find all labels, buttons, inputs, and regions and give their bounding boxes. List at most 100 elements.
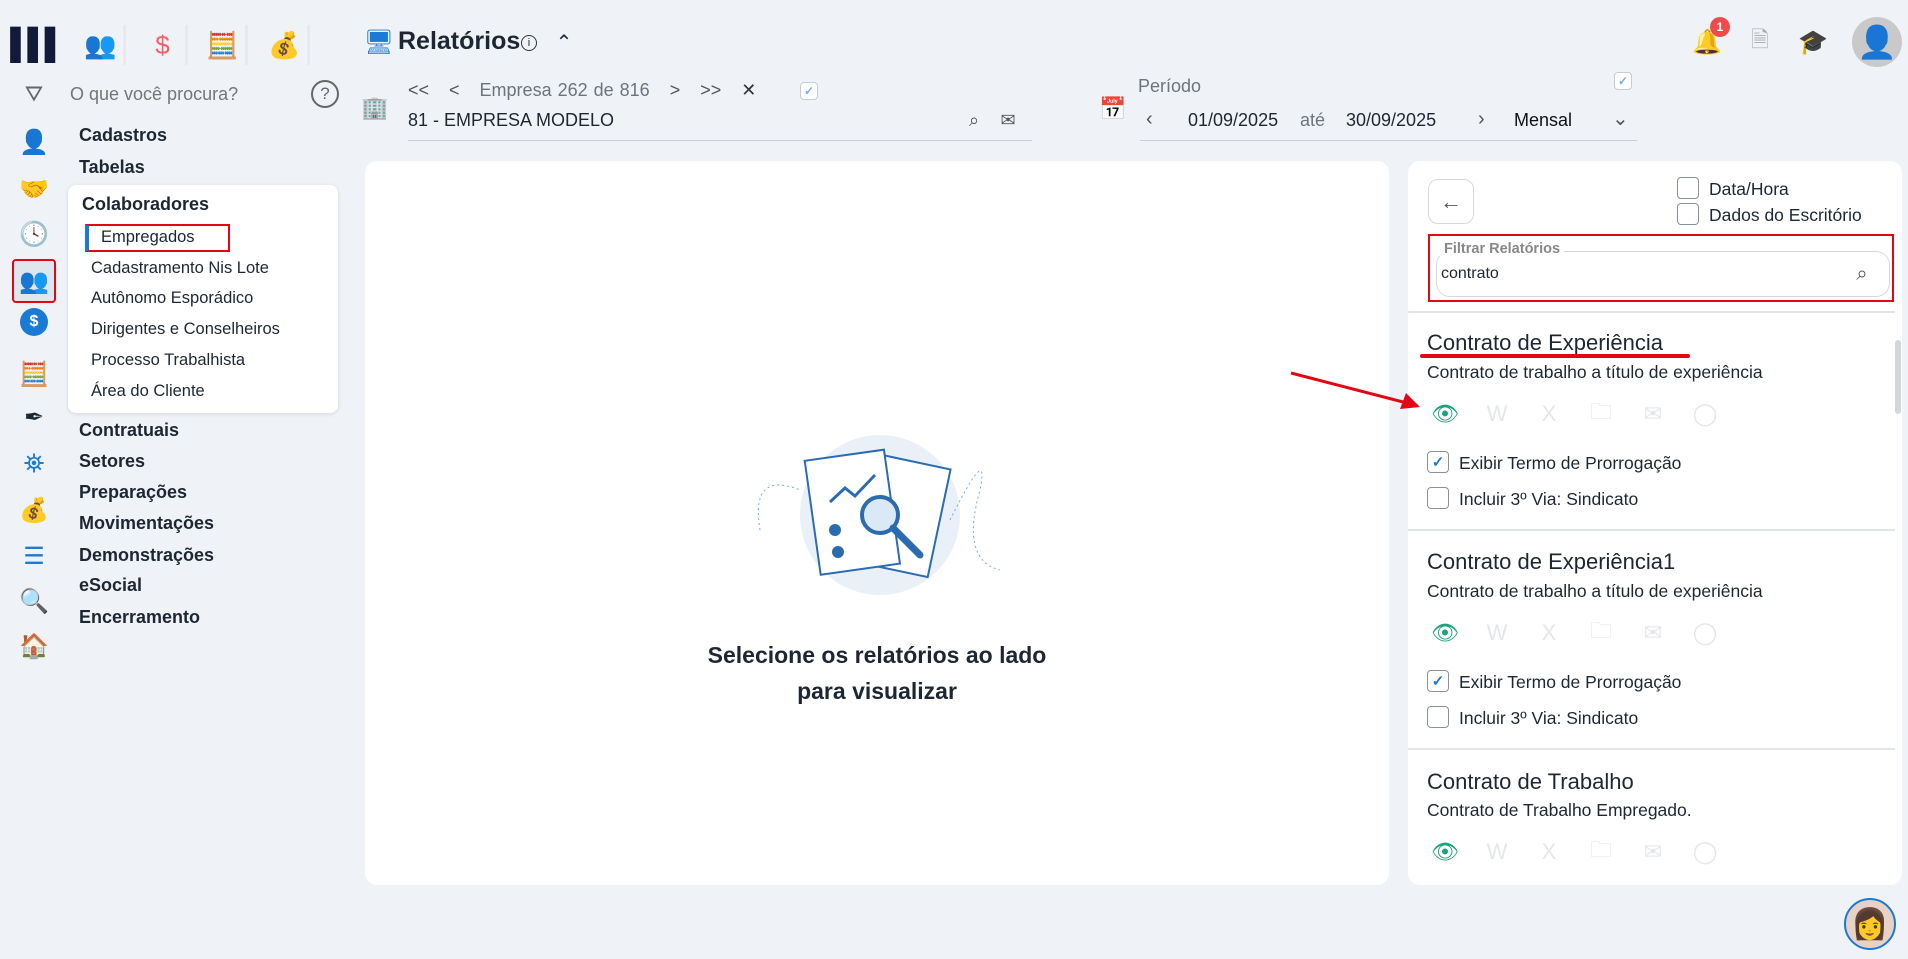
money-bag-icon[interactable]: 💰 — [16, 492, 52, 528]
word-icon[interactable]: W — [1482, 838, 1512, 866]
eye-icon[interactable]: 👁 — [1430, 400, 1460, 428]
folder-icon[interactable]: 🗀 — [1586, 837, 1616, 866]
mail-icon[interactable]: ✉ — [996, 108, 1020, 132]
word-icon[interactable]: W — [1482, 400, 1512, 428]
clear-company-button[interactable]: ✕ — [741, 80, 756, 101]
folder-icon[interactable]: 🗀 — [1586, 399, 1616, 428]
pen-icon[interactable]: ✒ — [16, 399, 52, 435]
period-mode-select[interactable]: Mensal — [1514, 110, 1572, 131]
clock-icon[interactable]: 🕓 — [16, 216, 52, 252]
empty-state-line1: Selecione os relatórios ao lado — [707, 642, 1047, 668]
graduation-cap-icon[interactable]: 🎓 — [1798, 27, 1828, 57]
people-app-icon[interactable]: 👥 — [78, 25, 126, 65]
mail-icon[interactable]: ✉ — [1638, 619, 1668, 647]
company-name: 81 - EMPRESA MODELO — [408, 110, 615, 130]
excel-icon[interactable]: X — [1534, 619, 1564, 647]
eye-icon[interactable]: 👁 — [1430, 838, 1460, 866]
layers-icon[interactable]: ☰ — [16, 538, 52, 574]
menu-tabelas[interactable]: Tabelas — [79, 157, 145, 178]
period-separator: até — [1300, 110, 1326, 130]
monitor-icon: 🖥 — [363, 28, 395, 56]
company-checkbox[interactable]: ✓ — [800, 82, 818, 100]
menu-demonstracoes[interactable]: Demonstrações — [79, 545, 214, 566]
word-icon[interactable]: W — [1482, 619, 1512, 647]
back-button[interactable]: ← — [1428, 179, 1474, 224]
report-description: Contrato de trabalho a título de experiê… — [1427, 581, 1763, 601]
submenu-empregados[interactable]: Empregados — [101, 228, 195, 247]
help-icon[interactable]: ? — [311, 80, 339, 108]
submenu-dirigentes[interactable]: Dirigentes e Conselheiros — [91, 320, 280, 339]
filter-input[interactable]: contrato — [1441, 265, 1499, 283]
filter-input-box[interactable] — [1436, 251, 1890, 297]
calculator-icon[interactable]: 🧮 — [16, 356, 52, 392]
page-title: Relatórios — [398, 27, 521, 55]
incluir-via-checkbox[interactable] — [1427, 487, 1449, 509]
menu-esocial[interactable]: eSocial — [79, 575, 142, 596]
calculator-app-icon[interactable]: 🧮 — [200, 25, 248, 65]
submenu-autonomo-esporadico[interactable]: Autônomo Esporádico — [91, 289, 253, 308]
prev-company-button[interactable]: < — [449, 80, 460, 101]
filter-search-icon[interactable]: ⌕ — [1850, 262, 1874, 286]
home-icon[interactable]: 🏠 — [16, 628, 52, 664]
period-checkbox[interactable]: ✓ — [1614, 72, 1632, 90]
report-title[interactable]: Contrato de Experiência — [1427, 330, 1663, 356]
datahora-checkbox[interactable] — [1677, 177, 1699, 199]
datahora-label: Data/Hora — [1709, 179, 1789, 199]
money-bag-app-icon[interactable]: 💰 — [262, 25, 310, 65]
handshake-icon[interactable]: 🤝 — [16, 171, 52, 207]
exibir-termo-checkbox[interactable]: ✓ — [1427, 670, 1449, 692]
dollar-app-icon[interactable]: $ — [140, 25, 188, 65]
scrollbar[interactable] — [1895, 340, 1901, 414]
excel-icon[interactable]: X — [1534, 838, 1564, 866]
user-settings-icon[interactable]: 👤 — [16, 124, 52, 160]
document-search-icon[interactable]: 🗎 — [1746, 27, 1774, 57]
last-company-button[interactable]: >> — [700, 80, 721, 101]
next-company-button[interactable]: > — [670, 80, 681, 101]
filter-icon[interactable]: ⛛ — [20, 80, 48, 108]
building-icon: 🏢 — [361, 95, 389, 120]
divider — [1408, 748, 1895, 750]
info-icon[interactable]: i — [521, 35, 537, 51]
eye-icon[interactable]: 👁 — [1430, 619, 1460, 647]
mail-icon[interactable]: ✉ — [1638, 400, 1668, 428]
logo: ▌▌▌ — [10, 28, 66, 61]
chevron-down-icon[interactable]: ⌄ — [1612, 106, 1629, 131]
whatsapp-icon[interactable]: ◯ — [1690, 619, 1720, 647]
chevron-up-icon[interactable]: ⌃ — [552, 30, 576, 54]
menu-setores[interactable]: Setores — [79, 451, 145, 472]
prev-period-button[interactable]: ‹ — [1146, 108, 1153, 131]
first-company-button[interactable]: << — [408, 80, 429, 101]
excel-icon[interactable]: X — [1534, 400, 1564, 428]
submenu-processo-trabalhista[interactable]: Processo Trabalhista — [91, 351, 245, 370]
search-globe-icon[interactable]: 🔍 — [16, 583, 52, 619]
exibir-termo-checkbox[interactable]: ✓ — [1427, 451, 1449, 473]
submenu-area-cliente[interactable]: Área do Cliente — [91, 382, 205, 401]
folder-icon[interactable]: 🗀 — [1586, 618, 1616, 647]
assistant-avatar[interactable]: 👩 — [1844, 898, 1896, 950]
dollar-circle-icon[interactable]: $ — [20, 308, 48, 336]
people-icon[interactable]: 👥 — [12, 259, 56, 303]
period-end[interactable]: 30/09/2025 — [1346, 110, 1436, 131]
menu-cadastros[interactable]: Cadastros — [79, 125, 167, 146]
submenu-cadastramento-nis-lote[interactable]: Cadastramento Nis Lote — [91, 259, 269, 278]
menu-encerramento[interactable]: Encerramento — [79, 607, 200, 628]
report-title[interactable]: Contrato de Experiência1 — [1427, 549, 1675, 575]
whatsapp-icon[interactable]: ◯ — [1690, 838, 1720, 866]
menu-movimentacoes[interactable]: Movimentações — [79, 513, 214, 534]
whatsapp-icon[interactable]: ◯ — [1690, 400, 1720, 428]
period-start[interactable]: 01/09/2025 — [1188, 110, 1278, 131]
menu-preparacoes[interactable]: Preparações — [79, 482, 187, 503]
menu-colaboradores[interactable]: Colaboradores — [82, 194, 209, 215]
user-avatar[interactable]: 👤 — [1852, 17, 1902, 67]
report-title[interactable]: Contrato de Trabalho — [1427, 769, 1634, 795]
network-icon[interactable]: ⛯ — [16, 446, 52, 482]
dados-escritorio-checkbox[interactable] — [1677, 203, 1699, 225]
filter-label: Filtrar Relatórios — [1440, 241, 1565, 257]
incluir-via-checkbox[interactable] — [1427, 706, 1449, 728]
notification-badge: 1 — [1710, 17, 1730, 37]
search-icon[interactable]: ⌕ — [962, 108, 986, 132]
next-period-button[interactable]: › — [1478, 108, 1485, 131]
search-input[interactable] — [70, 80, 300, 108]
mail-icon[interactable]: ✉ — [1638, 838, 1668, 866]
menu-contratuais[interactable]: Contratuais — [79, 420, 179, 441]
